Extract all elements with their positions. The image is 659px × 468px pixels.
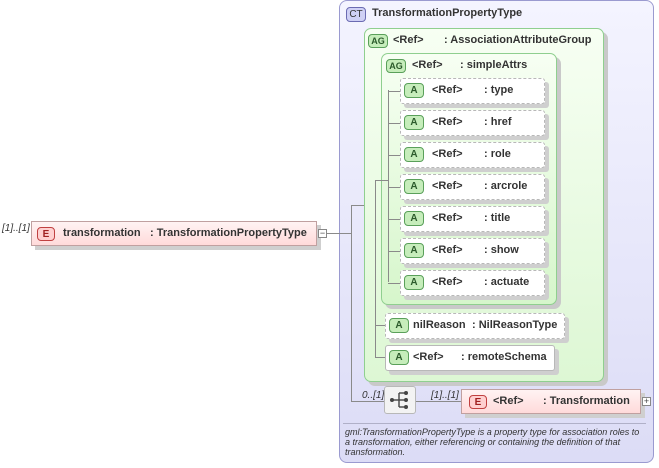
attribute-ref: <Ref> <box>432 116 463 128</box>
child-element-badge: E <box>469 395 487 409</box>
attribute-ref: <Ref> <box>432 180 463 192</box>
attribute-ref: <Ref> <box>432 244 463 256</box>
collapse-toggle[interactable]: − <box>318 229 327 238</box>
attribute-name: : type <box>484 84 514 96</box>
nil-reason-badge: A <box>389 318 409 333</box>
complex-type-badge: CT <box>346 7 366 22</box>
attribute-badge: A <box>404 243 424 258</box>
attribute-badge: A <box>404 211 424 226</box>
main-vertical-connector <box>351 205 352 401</box>
attribute-link <box>388 91 400 92</box>
attribute-ref: <Ref> <box>432 84 463 96</box>
attribute-badge: A <box>404 115 424 130</box>
attribute-ref: <Ref> <box>432 276 463 288</box>
attribute-name: : role <box>484 148 511 160</box>
attribute-name: : arcrole <box>484 180 528 192</box>
documentation-text: gml:TransformationPropertyType is a prop… <box>345 427 640 457</box>
attribute-link <box>388 187 400 188</box>
attribute-badge: A <box>404 147 424 162</box>
sequence-link <box>351 401 384 402</box>
sequence-icon <box>390 391 408 409</box>
nil-reason-type: : NilReasonType <box>472 319 558 331</box>
complex-type-title: TransformationPropertyType <box>372 7 523 19</box>
sequence-cardinality: 0..[1] <box>362 390 385 401</box>
simple-attrs-ref: <Ref> <box>412 59 443 71</box>
child-element-ref: <Ref> <box>493 395 524 407</box>
simple-attrs-connector <box>388 90 389 282</box>
remote-schema-badge: A <box>389 350 409 365</box>
attribute-link <box>388 155 400 156</box>
simple-attrs-link <box>375 180 388 181</box>
attribute-group-connector <box>375 180 376 357</box>
attribute-group-badge: AG <box>368 34 388 48</box>
remote-schema-name: : remoteSchema <box>461 351 547 363</box>
expand-toggle[interactable]: + <box>642 397 651 406</box>
root-element-badge: E <box>37 227 55 241</box>
attribute-name: : show <box>484 244 519 256</box>
attribute-ref: <Ref> <box>432 148 463 160</box>
attribute-badge: A <box>404 83 424 98</box>
attribute-badge: A <box>404 275 424 290</box>
attribute-link <box>388 283 400 284</box>
attribute-link <box>388 251 400 252</box>
remote-schema-link <box>375 357 385 358</box>
root-element-type: : TransformationPropertyType <box>150 227 307 239</box>
simple-attrs-badge: AG <box>386 59 406 73</box>
child-cardinality: [1]..[1] <box>431 390 459 401</box>
nil-reason-link <box>375 325 385 326</box>
attribute-link <box>388 123 400 124</box>
sequence-compositor[interactable] <box>384 386 416 414</box>
attribute-group-name: : AssociationAttributeGroup <box>444 34 592 46</box>
documentation-divider <box>343 423 646 424</box>
attribute-name: : href <box>484 116 512 128</box>
root-element-name: transformation <box>63 227 141 239</box>
remote-schema-ref: <Ref> <box>413 351 444 363</box>
attr-group-link <box>351 205 364 206</box>
child-link <box>416 401 461 402</box>
child-element-name: : Transformation <box>543 395 630 407</box>
attribute-link <box>388 219 400 220</box>
attribute-ref: <Ref> <box>432 212 463 224</box>
root-cardinality: [1]..[1] <box>2 223 30 234</box>
nil-reason-name: nilReason <box>413 319 466 331</box>
attribute-badge: A <box>404 179 424 194</box>
attribute-name: : title <box>484 212 511 224</box>
simple-attrs-name: : simpleAttrs <box>460 59 528 71</box>
root-connector <box>327 233 351 234</box>
attribute-group-ref: <Ref> <box>393 34 424 46</box>
attribute-name: : actuate <box>484 276 530 288</box>
